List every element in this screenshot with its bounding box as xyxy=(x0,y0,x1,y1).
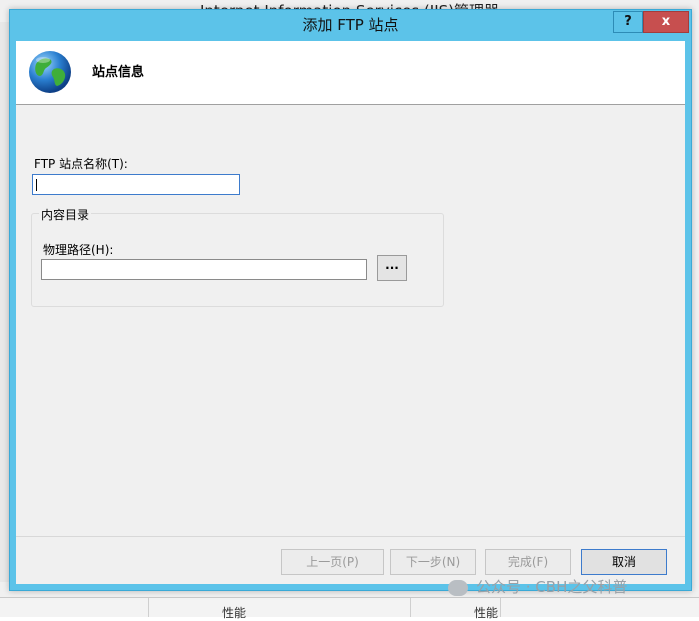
previous-button[interactable]: 上一页(P) xyxy=(281,549,384,575)
wizard-header-title: 站点信息 xyxy=(92,65,145,80)
finish-button[interactable]: 完成(F) xyxy=(485,549,571,575)
table-column-header: 性能 xyxy=(222,606,247,620)
site-name-label: FTP 站点名称(T): xyxy=(34,157,128,171)
wizard-header: 站点信息 xyxy=(16,41,685,105)
dialog-title-bar[interactable]: 添加 FTP 站点 ? x xyxy=(10,10,691,41)
close-button[interactable]: x xyxy=(643,11,689,33)
cancel-button[interactable]: 取消 xyxy=(581,549,667,575)
watermark-text: 公众号 · CBH之父科普 xyxy=(476,578,628,596)
watermark: 公众号 · CBH之父科普 xyxy=(448,576,688,598)
dialog-client-area: 站点信息 FTP 站点名称(T): 内容目录 物理路径(H): ... 上一页(… xyxy=(16,41,685,584)
globe-icon xyxy=(29,51,71,93)
footer-divider xyxy=(16,536,685,537)
physical-path-label: 物理路径(H): xyxy=(43,243,114,257)
site-name-input[interactable] xyxy=(32,174,240,195)
physical-path-input[interactable] xyxy=(41,259,367,280)
help-button[interactable]: ? xyxy=(613,11,643,33)
table-column-divider xyxy=(500,598,501,617)
table-column-divider xyxy=(148,598,149,617)
text-caret xyxy=(36,179,37,191)
table-column-divider xyxy=(410,598,411,617)
table-column-header: 性能 xyxy=(474,606,499,620)
content-directory-label: 内容目录 xyxy=(39,206,92,223)
browse-button[interactable]: ... xyxy=(377,255,407,281)
next-button[interactable]: 下一步(N) xyxy=(390,549,476,575)
dialog-title: 添加 FTP 站点 xyxy=(302,16,399,34)
background-bottom-table: 性能 性能 xyxy=(0,597,699,620)
add-ftp-site-dialog: 添加 FTP 站点 ? x 站点信息 FTP 站点名称(T): 内容目录 物理路… xyxy=(9,9,692,591)
wechat-icon xyxy=(448,579,468,596)
